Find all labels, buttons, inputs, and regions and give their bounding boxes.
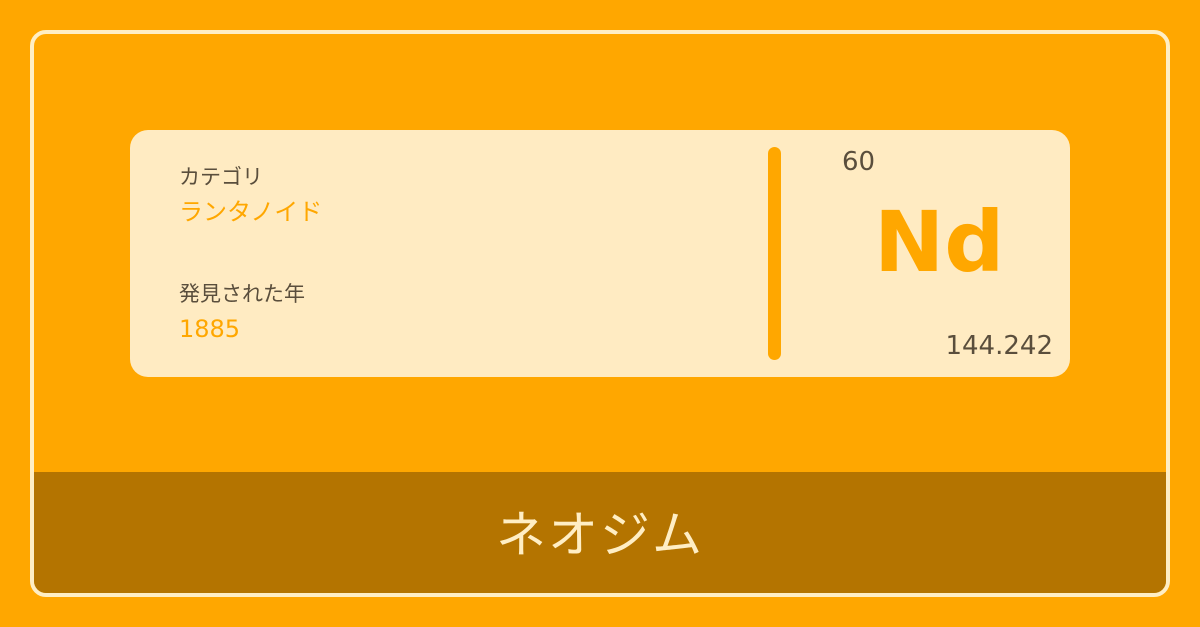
- discovered-value: 1885: [179, 315, 241, 343]
- element-name-bar: ネオジム: [34, 472, 1166, 593]
- element-card-frame: カテゴリ ランタノイド 発見された年 1885 60 Nd 144.242 ネオ…: [30, 30, 1170, 597]
- atomic-mass: 144.242: [945, 331, 1053, 361]
- element-name: ネオジム: [496, 505, 704, 564]
- atomic-number: 60: [842, 147, 876, 177]
- element-info-panel: カテゴリ ランタノイド 発見された年 1885 60 Nd 144.242: [130, 130, 1070, 377]
- category-label: カテゴリ: [179, 165, 263, 189]
- category-value: ランタノイド: [179, 198, 323, 226]
- vertical-divider: [768, 147, 781, 360]
- element-symbol: Nd: [874, 193, 1005, 291]
- discovered-label: 発見された年: [179, 282, 305, 306]
